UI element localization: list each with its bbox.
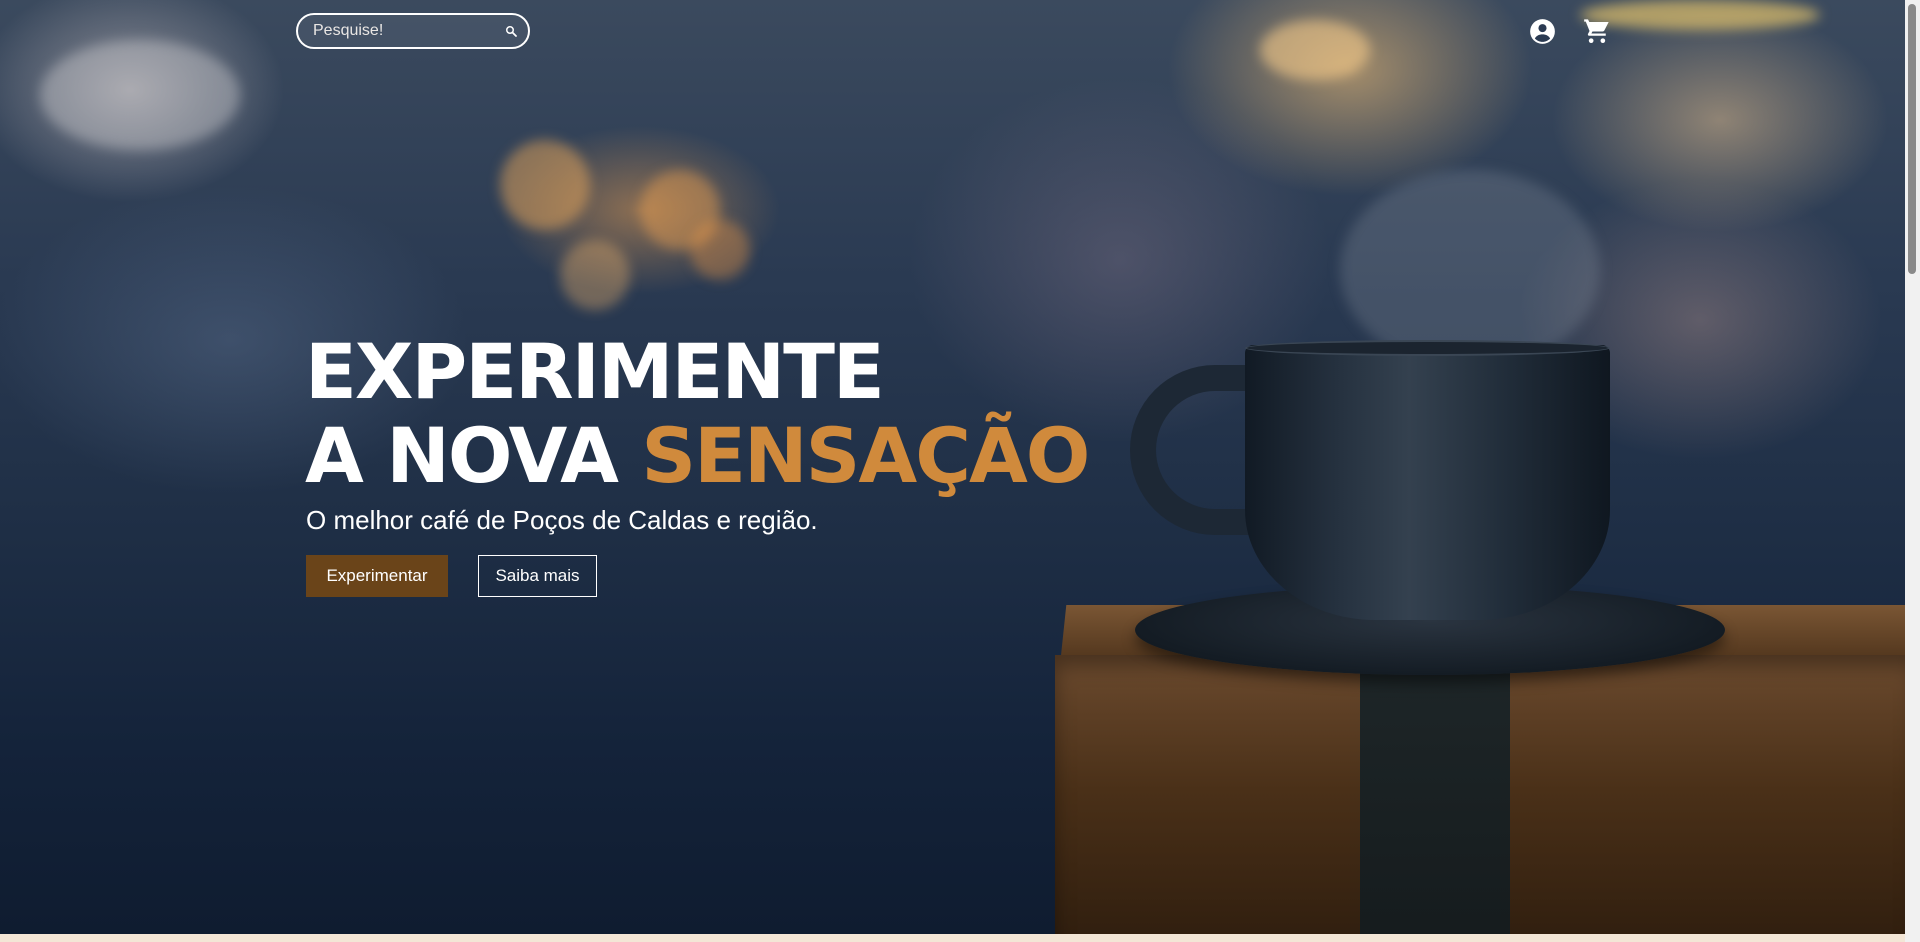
page-scrollbar[interactable] — [1905, 0, 1920, 942]
search-icon[interactable] — [496, 16, 526, 46]
cart-icon[interactable] — [1582, 14, 1612, 48]
header-actions — [1527, 14, 1612, 48]
account-icon[interactable] — [1527, 14, 1557, 48]
hero-subtitle: O melhor café de Poços de Caldas e regiã… — [306, 505, 818, 535]
coffee-cup — [1245, 345, 1610, 620]
headline-line-1: EXPERIMENTE — [305, 327, 885, 416]
headline-line-2-prefix: A NOVA — [305, 411, 642, 500]
search-input[interactable] — [298, 21, 496, 41]
next-section-edge — [0, 934, 1905, 942]
search-box — [296, 13, 530, 49]
saiba-mais-button[interactable]: Saiba mais — [478, 555, 597, 597]
experimentar-button[interactable]: Experimentar — [306, 555, 448, 597]
scrollbar-thumb[interactable] — [1908, 4, 1916, 274]
page: EXPERIMENTE A NOVA SENSAÇÃO O melhor caf… — [0, 0, 1920, 942]
wooden-table — [1055, 655, 1905, 934]
hero-headline: EXPERIMENTE A NOVA SENSAÇÃO — [305, 327, 1090, 500]
coffee-cup-rim — [1245, 340, 1610, 356]
headline-accent: SENSAÇÃO — [641, 411, 1090, 500]
